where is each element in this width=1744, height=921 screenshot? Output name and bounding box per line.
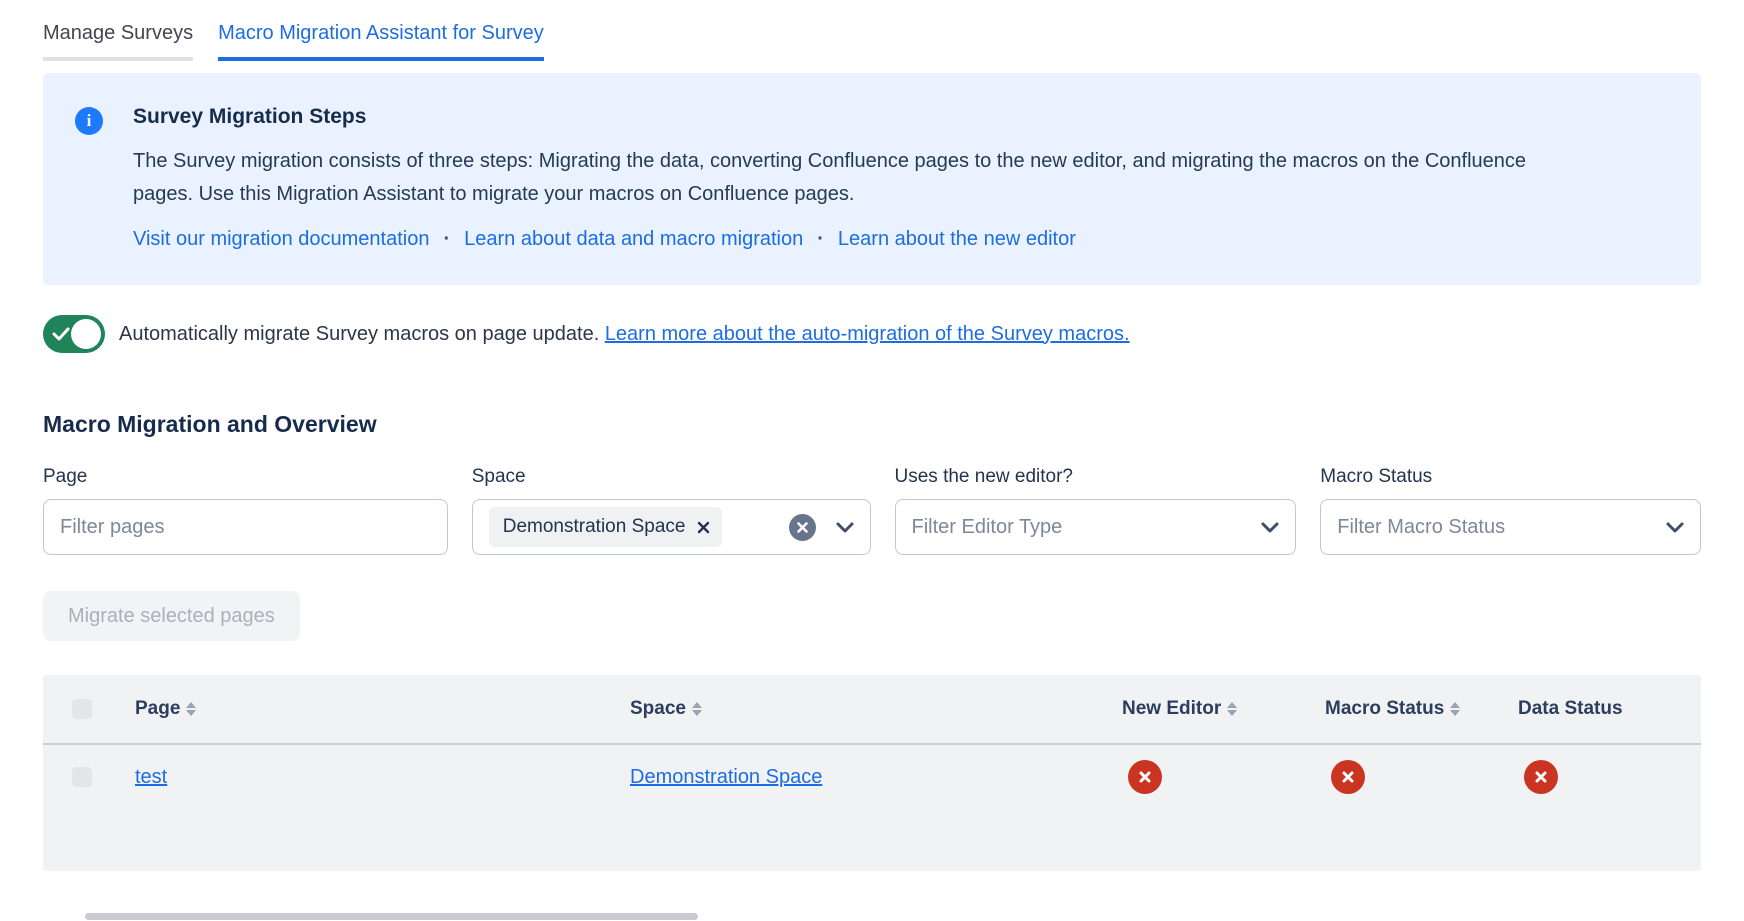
column-header-macro-status[interactable]: Macro Status [1325,698,1518,720]
check-icon [52,326,70,342]
link-separator: · [443,228,450,251]
macro-status-select[interactable]: Filter Macro Status [1320,499,1701,555]
chevron-down-icon [1666,522,1684,533]
auto-migrate-toggle[interactable] [43,315,105,353]
filter-bar: Page Space Demonstration Space [43,466,1701,555]
data-status-cell [1518,760,1701,794]
filter-editor-label: Uses the new editor? [895,466,1297,488]
table-row: test Demonstration Space [43,745,1701,809]
auto-migrate-label: Automatically migrate Survey macros on p… [119,323,599,345]
column-header-page[interactable]: Page [135,698,630,720]
space-cell: Demonstration Space [630,766,1122,789]
editor-type-placeholder: Filter Editor Type [912,516,1262,539]
selected-space-tag-label: Demonstration Space [503,516,686,538]
link-migration-documentation[interactable]: Visit our migration documentation [133,228,429,251]
column-header-space[interactable]: Space [630,698,1122,720]
macro-overview-table: Page Space New Editor [43,675,1701,871]
info-panel-body: Survey Migration Steps The Survey migrat… [133,105,1533,251]
survey-migration-info-panel: i Survey Migration Steps The Survey migr… [43,73,1701,285]
auto-migrate-text: Automatically migrate Survey macros on p… [119,323,1130,346]
horizontal-scrollbar[interactable] [85,913,698,920]
filter-page-label: Page [43,466,448,488]
error-status-icon [1128,760,1162,794]
remove-tag-icon[interactable] [697,521,710,534]
row-checkbox[interactable] [72,767,92,787]
sort-icon[interactable] [1450,702,1460,716]
sort-icon[interactable] [1227,702,1237,716]
toggle-knob [71,319,101,349]
tab-bar: Manage Surveys Macro Migration Assistant… [43,0,1701,61]
section-title: Macro Migration and Overview [43,411,1701,438]
space-filter-select[interactable]: Demonstration Space [472,499,871,555]
macro-status-placeholder: Filter Macro Status [1337,516,1666,539]
select-all-checkbox[interactable] [72,699,92,719]
selected-space-tag: Demonstration Space [489,507,723,547]
filter-space-label: Space [472,466,871,488]
tab-macro-migration-assistant[interactable]: Macro Migration Assistant for Survey [218,22,544,61]
editor-type-select[interactable]: Filter Editor Type [895,499,1297,555]
info-panel-title: Survey Migration Steps [133,105,1533,129]
page-filter-field [43,499,448,555]
filter-macro-status-label: Macro Status [1320,466,1701,488]
tab-manage-surveys[interactable]: Manage Surveys [43,22,193,61]
error-status-icon [1331,760,1365,794]
column-header-data-status: Data Status [1518,698,1701,720]
page-filter-input[interactable] [60,516,431,539]
error-status-icon [1524,760,1558,794]
link-new-editor[interactable]: Learn about the new editor [838,228,1076,251]
macro-status-cell [1325,760,1518,794]
clear-all-icon[interactable] [789,514,816,541]
chevron-down-icon[interactable] [836,522,854,533]
migrate-selected-pages-button[interactable]: Migrate selected pages [43,591,300,641]
space-link[interactable]: Demonstration Space [630,766,822,788]
filter-page: Page [43,466,448,555]
link-data-macro-migration[interactable]: Learn about data and macro migration [464,228,803,251]
info-panel-text: The Survey migration consists of three s… [133,145,1533,211]
filter-editor-type: Uses the new editor? Filter Editor Type [895,466,1297,555]
filter-space: Space Demonstration Space [472,466,871,555]
sort-icon[interactable] [186,702,196,716]
link-separator: · [817,228,824,251]
column-header-new-editor[interactable]: New Editor [1122,698,1325,720]
table-header-row: Page Space New Editor [43,675,1701,743]
chevron-down-icon [1261,522,1279,533]
new-editor-cell [1122,760,1325,794]
info-icon: i [75,107,103,135]
filter-macro-status: Macro Status Filter Macro Status [1320,466,1701,555]
sort-icon[interactable] [692,702,702,716]
page-link[interactable]: test [135,766,167,788]
info-panel-links: Visit our migration documentation · Lear… [133,228,1533,251]
page-cell: test [135,766,630,789]
auto-migrate-row: Automatically migrate Survey macros on p… [43,315,1701,353]
auto-migrate-learn-more-link[interactable]: Learn more about the auto-migration of t… [605,323,1130,345]
